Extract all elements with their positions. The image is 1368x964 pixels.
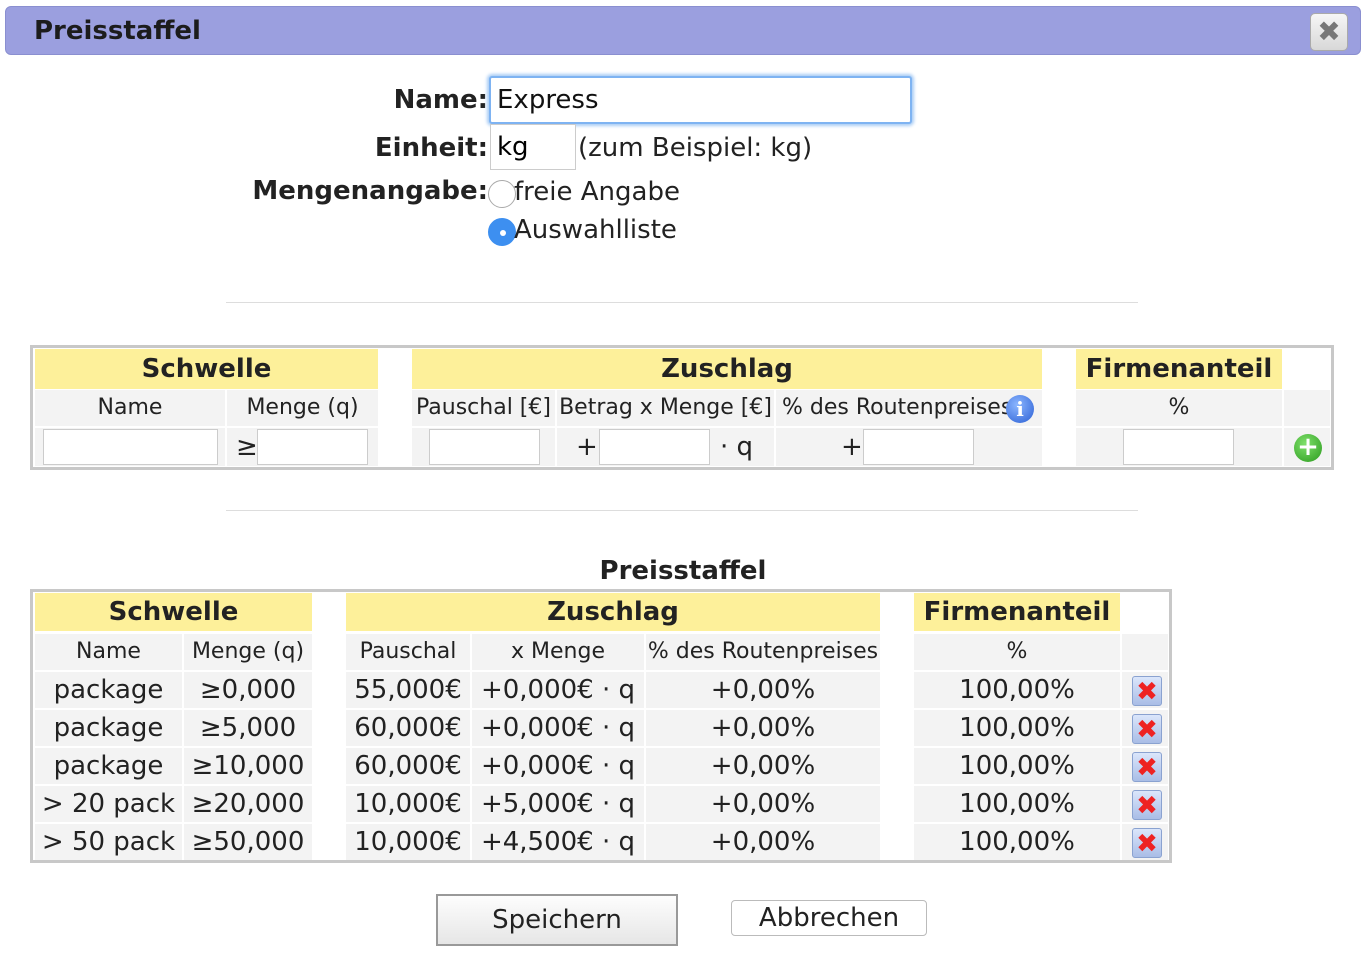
tier-cell-route-pct: +0,00%	[646, 748, 880, 784]
tier-cell-route-pct: +0,00%	[646, 824, 880, 860]
list-group-threshold: Schwelle	[35, 593, 312, 631]
delete-tier-icon[interactable]: ✖	[1132, 828, 1162, 859]
input-group-threshold: Schwelle	[35, 349, 378, 389]
tier-cell-amount: ≥50,000	[184, 824, 312, 860]
delete-tier-icon[interactable]: ✖	[1132, 714, 1162, 745]
list-group-surcharge: Zuschlag	[346, 593, 880, 631]
input-col-share: %	[1076, 390, 1282, 426]
tier-cell-per-amount: +0,000€ · q	[472, 672, 644, 708]
list-col-name: Name	[35, 634, 182, 670]
tier-cell-flat: 55,000€	[346, 672, 470, 708]
quantity-label: Mengenangabe:	[252, 176, 488, 206]
tier-cell-name: package	[35, 748, 182, 784]
name-input[interactable]	[489, 76, 912, 124]
tier-cell-share: 100,00%	[914, 748, 1120, 784]
list-group-share: Firmenanteil	[914, 593, 1120, 631]
radio-free-entry[interactable]	[488, 180, 516, 208]
dialog-titlebar: Preisstaffel ✖	[5, 6, 1361, 55]
tier-cell-share: 100,00%	[914, 786, 1120, 822]
tier-cell-share: 100,00%	[914, 824, 1120, 860]
unit-hint: (zum Beispiel: kg)	[578, 133, 813, 163]
input-col-amount: Menge (q)	[227, 390, 378, 426]
list-col-amount: Menge (q)	[184, 634, 312, 670]
list-col-share: %	[914, 634, 1120, 670]
delete-tier-icon[interactable]: ✖	[1132, 790, 1162, 821]
list-col-flat: Pauschal	[346, 634, 470, 670]
input-col-flat: Pauschal [€]	[412, 390, 555, 426]
input-group-surcharge: Zuschlag	[412, 349, 1042, 389]
tier-cell-flat: 60,000€	[346, 748, 470, 784]
info-icon[interactable]: i	[1006, 395, 1034, 423]
tier-cell-name: package	[35, 672, 182, 708]
cancel-button[interactable]: Abbrechen	[731, 900, 927, 936]
divider	[226, 302, 1138, 303]
save-button[interactable]: Speichern	[436, 894, 678, 946]
input-group-share: Firmenanteil	[1076, 349, 1282, 389]
tier-cell-per-amount: +4,500€ · q	[472, 824, 644, 860]
list-col-actions	[1122, 634, 1168, 670]
delete-tier-icon[interactable]: ✖	[1132, 752, 1162, 783]
plus-symbol: +	[576, 432, 598, 462]
times-q-symbol: · q	[720, 432, 754, 462]
list-col-per-amount: x Menge	[472, 634, 644, 670]
name-label: Name:	[393, 85, 488, 115]
add-tier-icon[interactable]: +	[1294, 434, 1322, 462]
tier-cell-route-pct: +0,00%	[646, 710, 880, 746]
close-icon: ✖	[1317, 15, 1341, 48]
radio-selection-list[interactable]	[488, 218, 516, 246]
tier-cell-name: package	[35, 710, 182, 746]
tier-cell-name: > 50 pack	[35, 824, 182, 860]
new-tier-amount-input[interactable]	[257, 429, 368, 465]
input-col-route-pct: % des Routenpreises	[776, 390, 1042, 426]
divider-2	[226, 510, 1138, 511]
new-tier-share-input[interactable]	[1123, 429, 1234, 465]
tier-cell-flat: 60,000€	[346, 710, 470, 746]
new-tier-per-amount-input[interactable]	[599, 429, 710, 465]
input-col-per-amount: Betrag x Menge [€]	[557, 390, 774, 426]
tier-cell-route-pct: +0,00%	[646, 786, 880, 822]
ge-symbol: ≥	[236, 432, 258, 462]
tier-cell-per-amount: +0,000€ · q	[472, 748, 644, 784]
tier-cell-amount: ≥5,000	[184, 710, 312, 746]
new-tier-flat-input[interactable]	[429, 429, 540, 465]
radio-selection-list-label[interactable]: Auswahlliste	[514, 215, 677, 245]
tier-cell-route-pct: +0,00%	[646, 672, 880, 708]
dialog-title: Preisstaffel	[34, 16, 201, 46]
tier-cell-share: 100,00%	[914, 672, 1120, 708]
tier-cell-flat: 10,000€	[346, 824, 470, 860]
new-tier-route-pct-input[interactable]	[863, 429, 974, 465]
close-button[interactable]: ✖	[1310, 13, 1348, 51]
delete-tier-icon[interactable]: ✖	[1132, 676, 1162, 707]
unit-label: Einheit:	[374, 133, 488, 163]
tier-cell-amount: ≥0,000	[184, 672, 312, 708]
tier-cell-amount: ≥10,000	[184, 748, 312, 784]
input-col-actions	[1284, 390, 1330, 426]
plus-symbol-2: +	[841, 432, 863, 462]
input-col-name: Name	[35, 390, 225, 426]
tier-cell-per-amount: +5,000€ · q	[472, 786, 644, 822]
unit-input[interactable]	[490, 124, 576, 170]
new-tier-name-input[interactable]	[43, 429, 218, 465]
tier-cell-share: 100,00%	[914, 710, 1120, 746]
radio-free-entry-label[interactable]: freie Angabe	[514, 177, 680, 207]
tier-list-title: Preisstaffel	[599, 556, 767, 586]
tier-cell-flat: 10,000€	[346, 786, 470, 822]
tier-cell-per-amount: +0,000€ · q	[472, 710, 644, 746]
tier-cell-name: > 20 pack	[35, 786, 182, 822]
list-col-route-pct: % des Routenpreises	[646, 634, 880, 670]
tier-cell-amount: ≥20,000	[184, 786, 312, 822]
